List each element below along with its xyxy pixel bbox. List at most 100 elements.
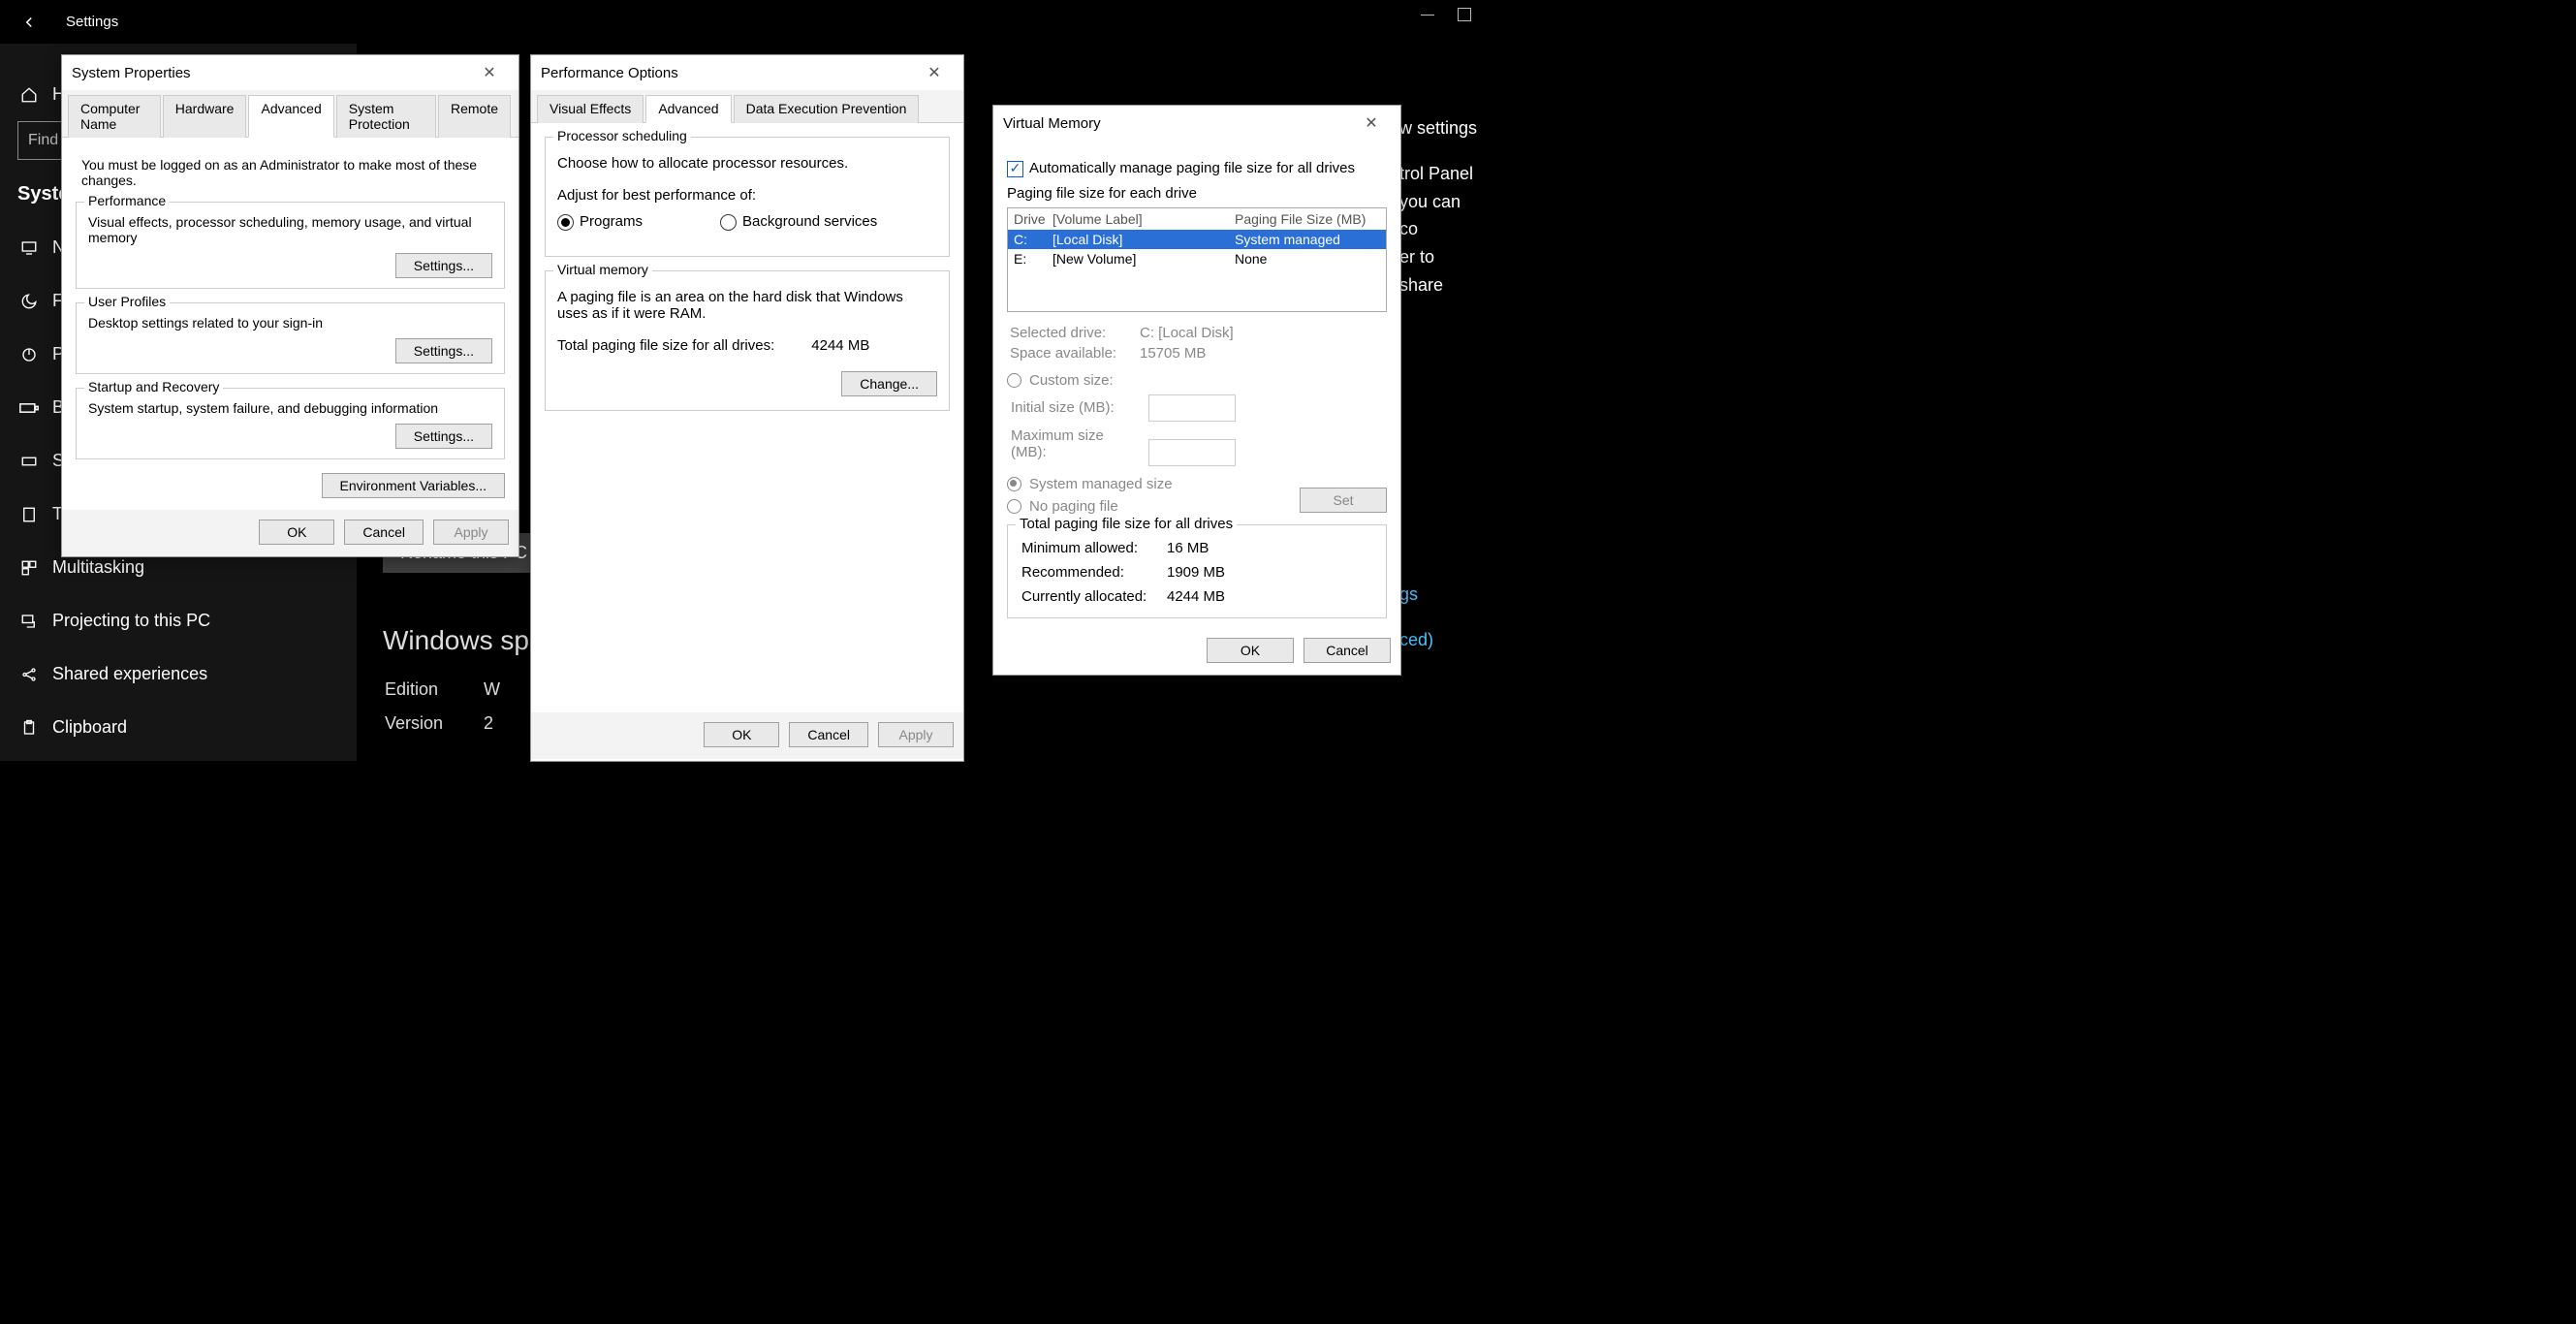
moon-icon [17,293,41,310]
settings-header: Settings [0,0,1479,44]
dialog-titlebar[interactable]: Performance Options ✕ [531,55,963,90]
group-legend: Performance [84,193,170,208]
dialog-titlebar[interactable]: System Properties ✕ [62,55,518,90]
radio-label: No paging file [1029,498,1118,515]
drive-list-header: Drive [Volume Label] Paging File Size (M… [1008,208,1386,230]
space-value: 15705 MB [1139,344,1235,363]
custom-size-radio: Custom size: [1007,372,1387,389]
processor-scheduling-group: Processor scheduling Choose how to alloc… [545,137,950,257]
header-size: Paging File Size (MB) [1235,211,1380,227]
sidebar-item-shared[interactable]: Shared experiences [17,647,347,701]
sidebar-item-clipboard[interactable]: Clipboard [17,701,347,754]
rec-label: Recommended: [1021,561,1165,583]
environment-variables-button[interactable]: Environment Variables... [322,473,505,498]
bg-text: trol Panel [1399,160,1479,188]
cancel-button[interactable]: Cancel [789,722,868,747]
back-button[interactable] [0,0,58,44]
auto-manage-checkbox[interactable]: ✓Automatically manage paging file size f… [1007,160,1387,177]
bg-text: er to share [1399,243,1479,299]
sidebar-label: Multitasking [52,557,144,578]
tab-visual-effects[interactable]: Visual Effects [537,95,644,123]
radio-icon [1007,477,1021,491]
tab-remote[interactable]: Remote [438,95,511,138]
each-drive-label: Paging file size for each drive [1007,185,1387,202]
maximize-icon[interactable] [1458,8,1471,21]
sidebar-label: Clipboard [52,717,127,738]
dialog-body: You must be logged on as an Administrato… [62,138,518,510]
group-desc: A paging file is an area on the hard dis… [557,289,937,322]
window-controls [1421,8,1471,21]
storage-icon [17,453,41,470]
total-size-value: 4244 MB [811,337,869,354]
bg-link[interactable]: ced) [1399,626,1479,654]
min-val: 16 MB [1167,537,1237,559]
bg-text: you can co [1399,188,1479,244]
sidebar-label: Shared experiences [52,664,207,684]
group-legend: Total paging file size for all drives [1016,516,1237,532]
group-legend: Processor scheduling [553,128,691,143]
ok-button[interactable]: OK [1207,638,1294,663]
adjust-label: Adjust for best performance of: [557,187,937,204]
cancel-button[interactable]: Cancel [344,520,424,545]
radio-icon [557,214,574,231]
header-volume: [Volume Label] [1052,211,1235,227]
share-icon [17,666,41,683]
initial-size-input [1148,394,1236,422]
min-label: Minimum allowed: [1021,537,1165,559]
tab-dep[interactable]: Data Execution Prevention [734,95,920,123]
group-desc: Visual effects, processor scheduling, me… [88,214,492,245]
profiles-settings-button[interactable]: Settings... [395,338,492,363]
minimize-icon[interactable] [1421,14,1434,16]
group-legend: Virtual memory [553,262,652,277]
radio-icon [1007,373,1021,388]
close-icon[interactable]: ✕ [470,63,509,82]
max-size-row: Maximum size (MB): [1007,427,1387,466]
ok-button[interactable]: OK [259,520,334,545]
change-button[interactable]: Change... [841,371,937,396]
tab-system-protection[interactable]: System Protection [336,95,436,138]
tab-hardware[interactable]: Hardware [163,95,247,138]
cancel-button[interactable]: Cancel [1304,638,1391,663]
drive-letter: C: [1014,232,1052,247]
monitor-icon [17,239,41,257]
close-icon[interactable]: ✕ [915,63,954,82]
cur-val: 4244 MB [1167,585,1237,608]
radio-background-services[interactable]: Background services [720,213,877,231]
startup-settings-button[interactable]: Settings... [395,424,492,449]
drive-size: System managed [1235,232,1380,247]
apply-button[interactable]: Apply [433,520,509,545]
rec-val: 1909 MB [1167,561,1237,583]
sidebar-label: Projecting to this PC [52,611,210,631]
radio-programs[interactable]: Programs [557,213,643,231]
settings-title: Settings [66,14,118,30]
max-size-label: Maximum size (MB): [1011,427,1137,460]
dialog-titlebar[interactable]: Virtual Memory ✕ [993,106,1400,141]
drive-label: [New Volume] [1052,251,1235,267]
close-icon[interactable]: ✕ [1352,113,1391,133]
tab-advanced[interactable]: Advanced [645,95,731,123]
selected-drive-value: C: [Local Disk] [1139,324,1235,342]
drive-letter: E: [1014,251,1052,267]
radio-icon [1007,499,1021,514]
search-text: Find [28,132,58,149]
performance-settings-button[interactable]: Settings... [395,253,492,278]
group-desc: Desktop settings related to your sign-in [88,315,492,331]
bg-link[interactable]: gs [1399,581,1479,609]
set-button: Set [1300,488,1387,513]
initial-size-row: Initial size (MB): [1007,394,1387,422]
dialog-buttons: OK Cancel Apply [62,510,518,556]
drive-label: [Local Disk] [1052,232,1235,247]
apply-button[interactable]: Apply [878,722,954,747]
radio-label: Custom size: [1029,372,1114,389]
cur-label: Currently allocated: [1021,585,1165,608]
tablet-icon [17,506,41,523]
sidebar-item-projecting[interactable]: Projecting to this PC [17,594,347,647]
tab-computer-name[interactable]: Computer Name [68,95,161,138]
group-desc: System startup, system failure, and debu… [88,400,492,416]
ok-button[interactable]: OK [704,722,779,747]
drive-list[interactable]: Drive [Volume Label] Paging File Size (M… [1007,207,1387,312]
drive-row[interactable]: E: [New Volume] None [1008,249,1386,268]
spec-key: Edition [385,674,482,706]
tab-advanced[interactable]: Advanced [248,95,333,138]
drive-row[interactable]: C: [Local Disk] System managed [1008,230,1386,249]
